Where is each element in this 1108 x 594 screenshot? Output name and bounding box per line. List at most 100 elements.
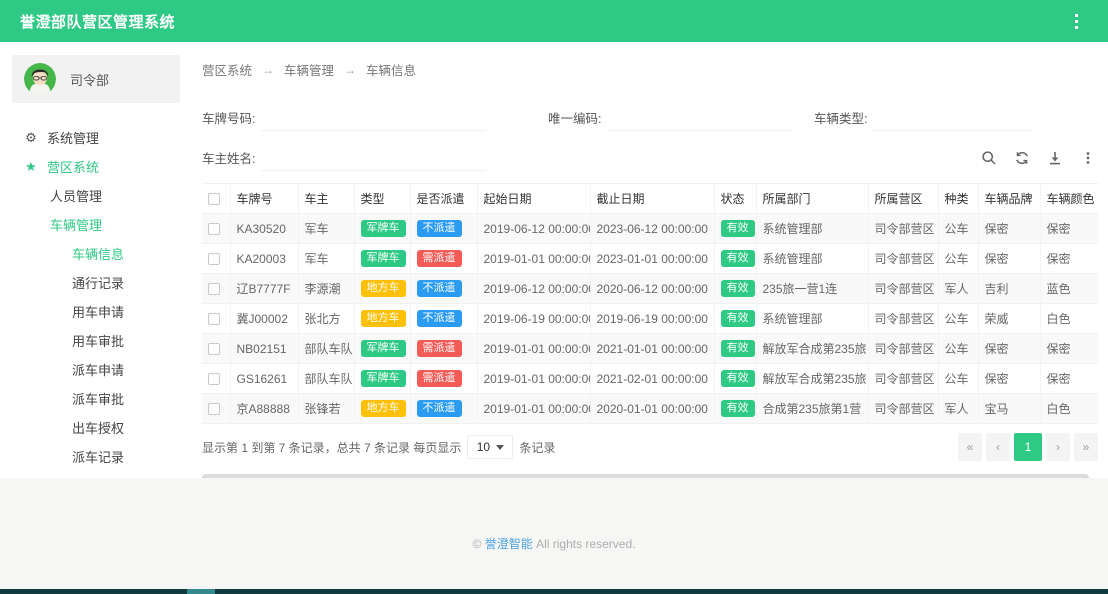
cell-start: 2019-01-01 00:00:00 [477, 394, 590, 424]
sidebar-item-4[interactable]: 车辆信息 [0, 239, 195, 268]
cell-owner: 李源潮 [298, 274, 354, 304]
cell-dispatch: 不派遣 [410, 274, 477, 304]
page-size-value: 10 [477, 440, 490, 454]
sidebar-item-11[interactable]: 派车记录 [0, 442, 195, 471]
badge-status: 有效 [721, 340, 755, 357]
badge-dispatch: 不派遣 [417, 220, 462, 237]
filter-label-type: 车辆类型: [814, 108, 867, 131]
cell-type: 军牌车 [354, 364, 410, 394]
sidebar-item-6[interactable]: 用车申请 [0, 297, 195, 326]
filter-input-owner[interactable] [261, 149, 486, 171]
refresh-icon[interactable] [1012, 148, 1032, 168]
filter-input-code[interactable] [607, 109, 792, 131]
sidebar-item-5[interactable]: 通行记录 [0, 268, 195, 297]
column-header-dispatch[interactable]: 是否派遣 [410, 184, 477, 214]
row-checkbox-cell [202, 364, 230, 394]
badge-type: 军牌车 [361, 220, 406, 237]
cell-status: 有效 [714, 364, 756, 394]
column-header-plate[interactable]: 车牌号 [230, 184, 298, 214]
page-prev-button[interactable]: ‹ [986, 433, 1010, 461]
cell-owner: 军车 [298, 214, 354, 244]
page-1-button[interactable]: 1 [1014, 433, 1042, 461]
row-checkbox-cell [202, 334, 230, 364]
breadcrumb-separator: → [344, 63, 356, 77]
cell-dept: 系统管理部 [756, 214, 868, 244]
column-header-camp[interactable]: 所属营区 [868, 184, 938, 214]
table-row: 冀J00002张北方地方车不派遣2019-06-19 00:00:002019-… [202, 304, 1098, 334]
header-more-icon[interactable] [1071, 10, 1082, 33]
row-checkbox[interactable] [208, 253, 220, 265]
page-last-button[interactable]: » [1074, 433, 1098, 461]
column-header-color[interactable]: 车辆颜色 [1040, 184, 1098, 214]
cell-end: 2020-06-12 00:00:00 [590, 274, 714, 304]
cell-kind: 军人 [938, 394, 978, 424]
search-icon[interactable] [979, 148, 999, 168]
sidebar-item-2[interactable]: 人员管理 [0, 181, 195, 210]
table-row: 京A88888张锋若地方车不派遣2019-01-01 00:00:002020-… [202, 394, 1098, 424]
bottom-scrollbar-thumb[interactable] [187, 589, 215, 594]
select-all-checkbox[interactable] [208, 193, 220, 205]
row-checkbox-cell [202, 394, 230, 424]
cell-end: 2021-02-01 00:00:00 [590, 364, 714, 394]
sidebar-item-9[interactable]: 派车审批 [0, 384, 195, 413]
column-header-status[interactable]: 状态 [714, 184, 756, 214]
column-header-dept[interactable]: 所属部门 [756, 184, 868, 214]
row-checkbox[interactable] [208, 373, 220, 385]
page-next-button[interactable]: › [1046, 433, 1070, 461]
cell-dispatch: 需派遣 [410, 244, 477, 274]
breadcrumb-separator: → [262, 63, 274, 77]
cell-start: 2019-06-12 00:00:00 [477, 214, 590, 244]
cell-camp: 司令部营区 [868, 214, 938, 244]
column-header-type[interactable]: 类型 [354, 184, 410, 214]
page-size-select[interactable]: 10 [467, 435, 513, 459]
row-checkbox-cell [202, 244, 230, 274]
sidebar-item-8[interactable]: 派车申请 [0, 355, 195, 384]
filter-input-plate[interactable] [261, 109, 486, 131]
sidebar-item-7[interactable]: 用车审批 [0, 326, 195, 355]
sidebar-item-0[interactable]: ⚙系统管理 [0, 123, 195, 152]
sidebar-item-1[interactable]: ★营区系统 [0, 152, 195, 181]
row-checkbox[interactable] [208, 283, 220, 295]
brand-link[interactable]: 誉澄智能 [485, 537, 533, 551]
breadcrumb: 营区系统 → 车辆管理 → 车辆信息 [202, 60, 1098, 79]
cell-camp: 司令部营区 [868, 304, 938, 334]
breadcrumb-item[interactable]: 车辆管理 [284, 60, 334, 79]
cell-brand: 保密 [978, 364, 1040, 394]
cell-plate: 京A88888 [230, 394, 298, 424]
breadcrumb-item-current[interactable]: 车辆信息 [366, 60, 416, 79]
row-checkbox[interactable] [208, 223, 220, 235]
column-header-owner[interactable]: 车主 [298, 184, 354, 214]
bottom-bar [0, 589, 1108, 594]
cell-kind: 公车 [938, 304, 978, 334]
cell-dispatch: 不派遣 [410, 304, 477, 334]
filter-select-type[interactable] [873, 109, 1033, 131]
sidebar-item-10[interactable]: 出车授权 [0, 413, 195, 442]
row-checkbox[interactable] [208, 403, 220, 415]
row-checkbox[interactable] [208, 313, 220, 325]
page-first-button[interactable]: « [958, 433, 982, 461]
badge-dispatch: 不派遣 [417, 400, 462, 417]
rights-text: All rights reserved. [536, 537, 635, 551]
cell-status: 有效 [714, 244, 756, 274]
cell-color: 保密 [1040, 334, 1098, 364]
star-icon: ★ [24, 160, 38, 173]
cell-brand: 吉利 [978, 274, 1040, 304]
filter-label-owner: 车主姓名: [202, 148, 255, 171]
cell-dispatch: 需派遣 [410, 334, 477, 364]
cell-camp: 司令部营区 [868, 244, 938, 274]
header-checkbox-cell [202, 184, 230, 214]
badge-type: 地方车 [361, 280, 406, 297]
column-header-brand[interactable]: 车辆品牌 [978, 184, 1040, 214]
sidebar-item-label: 用车申请 [72, 302, 124, 321]
cell-end: 2023-06-12 00:00:00 [590, 214, 714, 244]
cell-color: 蓝色 [1040, 274, 1098, 304]
breadcrumb-item[interactable]: 营区系统 [202, 60, 252, 79]
sidebar-item-3[interactable]: 车辆管理 [0, 210, 195, 239]
column-header-end[interactable]: 截止日期 [590, 184, 714, 214]
column-header-start[interactable]: 起始日期 [477, 184, 590, 214]
download-icon[interactable] [1045, 148, 1065, 168]
cell-plate: GS16261 [230, 364, 298, 394]
more-icon[interactable] [1078, 148, 1098, 168]
row-checkbox[interactable] [208, 343, 220, 355]
column-header-kind[interactable]: 种类 [938, 184, 978, 214]
